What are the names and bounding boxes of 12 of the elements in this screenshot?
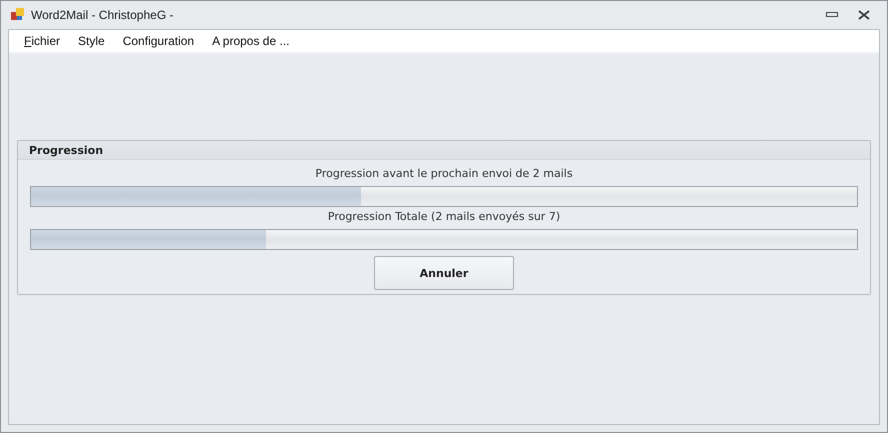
app-icon	[11, 8, 25, 22]
panel-title: Progression	[18, 141, 870, 160]
progress-caption: Progression Totale (2 mails envoyés sur 7)	[328, 210, 560, 224]
menu-item[interactable]: Fichier	[15, 32, 70, 50]
cancel-button[interactable]: Annuler	[374, 256, 514, 290]
close-icon	[858, 10, 870, 20]
menu-item[interactable]: Style	[69, 32, 114, 50]
progress-caption: Progression avant le prochain envoi de 2 mails	[315, 167, 573, 181]
window-title: Word2Mail - ChristopheG -	[31, 8, 174, 22]
minimize-icon	[826, 12, 838, 18]
menu-item[interactable]: Configuration	[114, 32, 204, 50]
menu-item[interactable]: A propos de ...	[203, 32, 298, 50]
